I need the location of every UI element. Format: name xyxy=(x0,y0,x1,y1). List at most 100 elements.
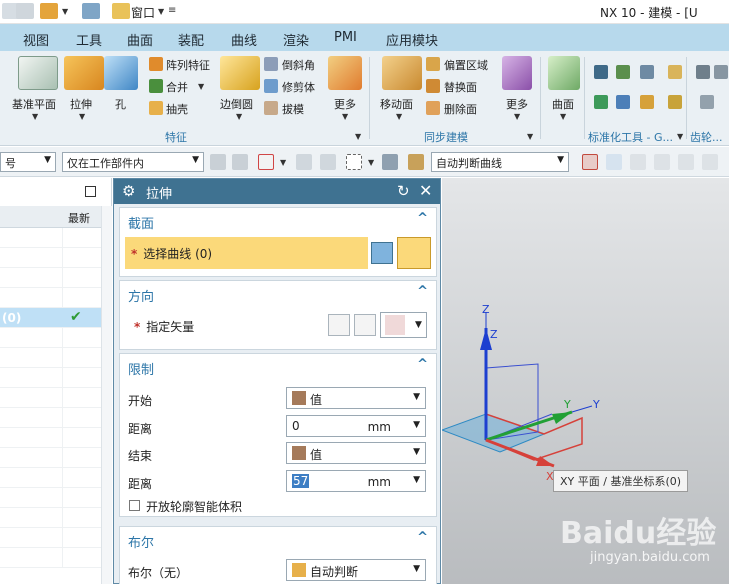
edge-blend-button[interactable]: 边倒圆 xyxy=(220,96,253,112)
vector-dialog-icon[interactable] xyxy=(354,314,376,336)
down-arrow-icon[interactable] xyxy=(594,95,608,109)
customize-icon[interactable]: ≡ xyxy=(168,5,176,16)
snap-icon[interactable] xyxy=(210,154,226,170)
section-title-limits[interactable]: 限制 xyxy=(128,359,154,378)
table-row[interactable] xyxy=(0,348,101,368)
end-type-select[interactable]: 值 ▼ xyxy=(286,442,426,464)
chevron-down-icon[interactable]: ▼ xyxy=(560,112,566,121)
layers-icon[interactable] xyxy=(616,65,630,79)
filter-icon[interactable] xyxy=(258,154,274,170)
chevron-down-icon[interactable]: ▼ xyxy=(236,112,242,121)
shell-icon[interactable] xyxy=(149,101,163,115)
chevron-up-icon[interactable]: ^ xyxy=(417,284,428,299)
table-row[interactable] xyxy=(0,468,101,488)
gear-icon[interactable] xyxy=(714,65,728,79)
group-expand-icon[interactable]: ▼ xyxy=(677,132,683,141)
open-profile-checkbox[interactable] xyxy=(129,500,140,511)
tag-icon[interactable] xyxy=(668,65,682,79)
more-sync-button[interactable]: 更多 xyxy=(506,96,528,112)
pattern-icon[interactable] xyxy=(149,57,163,71)
table-row[interactable] xyxy=(0,528,101,548)
chevron-down-icon[interactable]: ▼ xyxy=(396,112,402,121)
select-curve-row[interactable]: * 选择曲线 (0) xyxy=(125,237,368,269)
offset-region-icon[interactable] xyxy=(426,57,440,71)
table-row[interactable] xyxy=(0,388,101,408)
extrude-icon[interactable] xyxy=(64,56,104,90)
chevron-up-icon[interactable]: ^ xyxy=(417,530,428,545)
pen-icon[interactable] xyxy=(616,95,630,109)
tab-tools[interactable]: 工具 xyxy=(76,30,102,49)
trim-body-button[interactable]: 修剪体 xyxy=(282,79,315,95)
curve-rule-select[interactable]: 自动判断曲线 ▼ xyxy=(431,152,569,172)
line-icon[interactable] xyxy=(654,154,670,170)
gear-icon[interactable]: ⚙ xyxy=(122,182,135,200)
tab-pmi[interactable]: PMI xyxy=(334,30,357,45)
pattern-feature-button[interactable]: 阵列特征 xyxy=(166,57,210,73)
table-icon[interactable] xyxy=(640,65,654,79)
chevron-down-icon[interactable]: ▼ xyxy=(62,7,68,16)
chevron-down-icon[interactable]: ▼ xyxy=(79,112,85,121)
tab-assembly[interactable]: 装配 xyxy=(178,30,204,49)
graphics-viewport[interactable]: Z Z Y Y X XY 平面 / 基准坐标系(0) Baidu经验 jingy… xyxy=(442,178,729,584)
column-latest[interactable]: 最新 xyxy=(68,210,90,226)
draft-button[interactable]: 拔模 xyxy=(282,101,304,117)
move-face-icon[interactable] xyxy=(382,56,422,90)
break-icon[interactable] xyxy=(582,154,598,170)
eraser-icon[interactable] xyxy=(82,3,100,19)
snap-icon[interactable] xyxy=(232,154,248,170)
select-icon[interactable] xyxy=(296,154,312,170)
table-row[interactable] xyxy=(0,488,101,508)
section-title-profile[interactable]: 截面 xyxy=(128,213,154,232)
group-expand-icon[interactable]: ▼ xyxy=(355,132,361,141)
table-row[interactable] xyxy=(0,268,101,288)
unite-button[interactable]: 合并 xyxy=(166,79,188,95)
select-icon[interactable] xyxy=(320,154,336,170)
hole-button[interactable]: 孔 xyxy=(115,96,126,112)
body-icon[interactable] xyxy=(382,154,398,170)
datum-plane-icon[interactable] xyxy=(18,56,58,90)
delete-face-button[interactable]: 删除面 xyxy=(444,101,477,117)
tab-surface[interactable]: 曲面 xyxy=(127,30,153,49)
selection-scope-select[interactable]: 仅在工作部件内 ▼ xyxy=(62,152,204,172)
book-icon[interactable] xyxy=(40,3,58,19)
datum-plane-button[interactable]: 基准平面 xyxy=(12,96,56,112)
table-row[interactable] xyxy=(0,248,101,268)
chevron-down-icon[interactable]: ▼ xyxy=(158,7,164,16)
chevron-down-icon[interactable]: ▼ xyxy=(198,82,204,91)
more-features-icon[interactable] xyxy=(328,56,362,90)
curve-select-icon[interactable] xyxy=(397,237,431,269)
section-title-boolean[interactable]: 布尔 xyxy=(128,532,154,551)
tab-render[interactable]: 渲染 xyxy=(283,30,309,49)
table-row[interactable] xyxy=(0,288,101,308)
chevron-down-icon[interactable]: ▼ xyxy=(514,112,520,121)
shell-button[interactable]: 抽壳 xyxy=(166,101,188,117)
hole-icon[interactable] xyxy=(104,56,138,90)
edge-blend-icon[interactable] xyxy=(220,56,260,90)
chevron-up-icon[interactable]: ^ xyxy=(417,357,428,372)
gear-icon[interactable] xyxy=(700,95,714,109)
table-row[interactable] xyxy=(0,228,101,248)
delete-face-icon[interactable] xyxy=(426,101,440,115)
point-icon[interactable] xyxy=(630,154,646,170)
line-icon[interactable] xyxy=(678,154,694,170)
copy-icon[interactable] xyxy=(16,3,34,19)
close-icon[interactable]: ✕ xyxy=(419,181,432,200)
window-icon[interactable] xyxy=(112,3,130,19)
table-row[interactable] xyxy=(0,408,101,428)
table-row[interactable] xyxy=(0,548,101,568)
chamfer-button[interactable]: 倒斜角 xyxy=(282,57,315,73)
group-expand-icon[interactable]: ▼ xyxy=(527,132,533,141)
chevron-down-icon[interactable]: ▼ xyxy=(368,158,374,167)
boolean-select[interactable]: 自动判断 ▼ xyxy=(286,559,426,581)
maximize-icon[interactable] xyxy=(85,186,96,197)
gear-icon[interactable] xyxy=(696,65,710,79)
reset-icon[interactable]: ↻ xyxy=(397,182,410,200)
tab-application[interactable]: 应用模块 xyxy=(386,30,438,49)
chevron-down-icon[interactable]: ▼ xyxy=(342,112,348,121)
type-filter-select[interactable]: 号 ▼ xyxy=(0,152,56,172)
section-title-direction[interactable]: 方向 xyxy=(128,286,154,305)
table-row[interactable] xyxy=(0,328,101,348)
lasso-icon[interactable] xyxy=(346,154,362,170)
table-row[interactable] xyxy=(0,368,101,388)
extrude-button[interactable]: 拉伸 xyxy=(70,96,92,112)
